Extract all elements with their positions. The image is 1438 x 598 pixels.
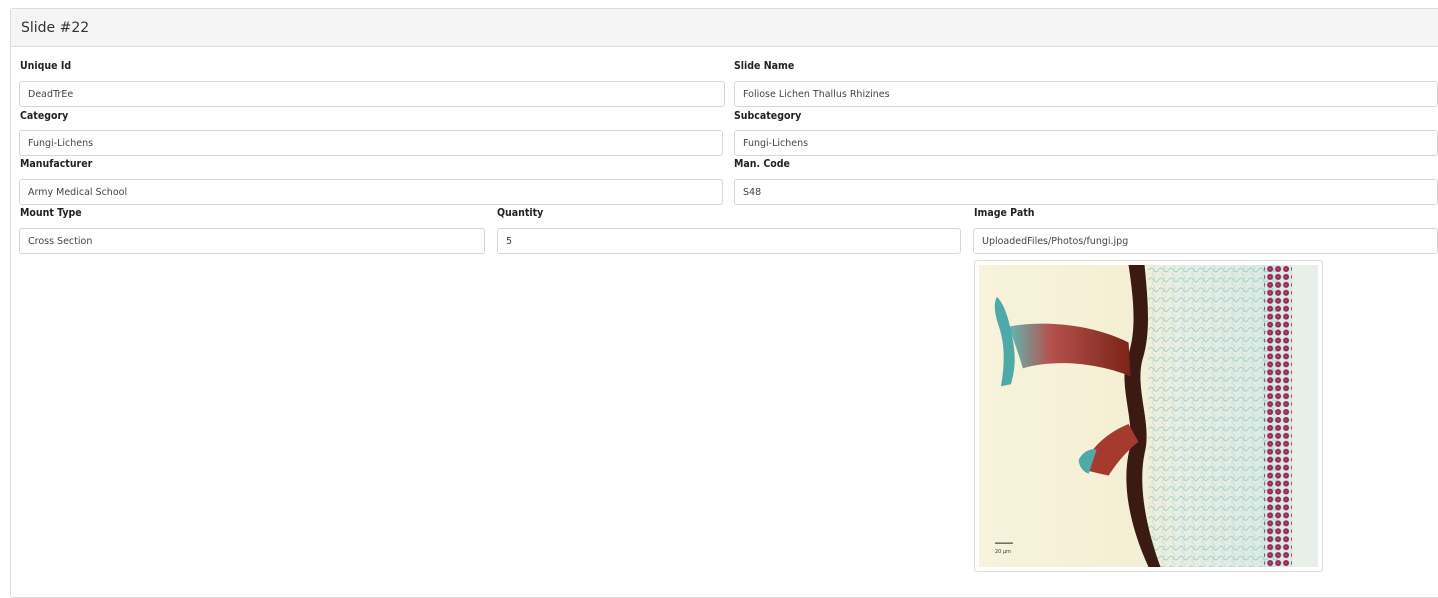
man-code-field[interactable]: S48 xyxy=(734,179,1438,205)
subcategory-field[interactable]: Fungi-Lichens xyxy=(734,130,1438,156)
quantity-label: Quantity xyxy=(497,207,544,219)
unique-id-field[interactable]: DeadTrEe xyxy=(19,81,725,107)
slide-name-field[interactable]: Foliose Lichen Thallus Rhizines xyxy=(734,81,1438,107)
subcategory-label: Subcategory xyxy=(734,110,802,122)
manufacturer-label: Manufacturer xyxy=(20,158,93,170)
quantity-field[interactable]: 5 xyxy=(497,228,961,254)
unique-id-label: Unique Id xyxy=(20,60,72,72)
panel-title: Slide #22 xyxy=(21,19,90,36)
image-path-label: Image Path xyxy=(974,207,1035,219)
category-field[interactable]: Fungi-Lichens xyxy=(19,130,723,156)
category-label: Category xyxy=(20,110,69,122)
slide-image-preview: 20 µm xyxy=(974,260,1323,572)
mount-type-label: Mount Type xyxy=(20,207,82,219)
micrograph-image: 20 µm xyxy=(979,265,1318,567)
scale-bar-label: 20 µm xyxy=(995,549,1011,555)
image-path-field[interactable]: UploadedFiles/Photos/fungi.jpg xyxy=(973,228,1438,254)
mount-type-field[interactable]: Cross Section xyxy=(19,228,485,254)
slide-name-label: Slide Name xyxy=(734,60,795,72)
panel-header: Slide #22 xyxy=(11,9,1438,47)
manufacturer-field[interactable]: Army Medical School xyxy=(19,179,723,205)
man-code-label: Man. Code xyxy=(734,158,790,170)
